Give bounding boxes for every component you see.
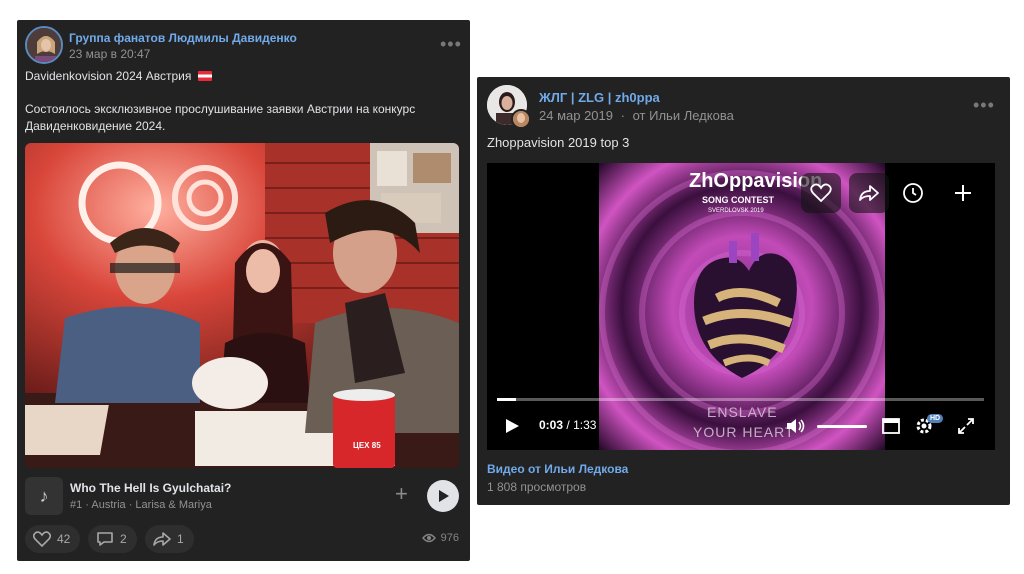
author-avatar-image (513, 111, 529, 127)
duration: 1:33 (573, 418, 597, 432)
like-count: 42 (57, 532, 71, 546)
heart-icon (33, 531, 51, 547)
more-horizontal-icon[interactable]: ••• (973, 96, 995, 114)
play-icon (439, 490, 449, 502)
poster-caption-top: ENSLAVE (707, 404, 778, 420)
heart-icon (810, 183, 832, 203)
video-poster: ZhOppavision SONG CONTEST SVERDLOVSK 201… (599, 163, 885, 450)
time-separator: / (566, 418, 570, 432)
volume-button[interactable] (785, 415, 807, 437)
eye-icon (421, 533, 436, 543)
video-progress-bar[interactable] (497, 398, 984, 401)
add-audio-plus-icon[interactable]: + (395, 483, 408, 505)
comment-count: 2 (120, 532, 127, 546)
post-author-link[interactable]: Группа фанатов Людмилы Давиденко (69, 31, 297, 45)
share-icon (859, 185, 879, 201)
post-date: 24 мар 2019 · от Ильи Ледкова (539, 108, 734, 123)
add-video-button[interactable] (951, 181, 975, 205)
post-from-label[interactable]: от Ильи Ледкова (633, 108, 734, 123)
post-text: Zhoppavision 2019 top 3 (487, 135, 630, 150)
cup-text: ЦЕХ 85 (353, 441, 381, 450)
poster-subtitle: SONG CONTEST (702, 195, 775, 205)
post-author-link[interactable]: ЖЛГ | ZLG | zh0ppa (539, 90, 660, 105)
views-counter: 976 (421, 532, 459, 544)
share-button[interactable]: 1 (145, 525, 194, 553)
post-card-davidenko-fans: Группа фанатов Людмилы Давиденко 23 мар … (17, 20, 470, 561)
austria-flag-icon (197, 71, 212, 81)
track-subtitle: #1 · Austria · Larisa & Mariya (70, 499, 212, 511)
video-views: 1 808 просмотров (487, 480, 587, 494)
comment-button[interactable]: 2 (88, 525, 137, 553)
post-date[interactable]: 23 мар в 20:47 (69, 47, 150, 61)
hd-badge: HD (927, 414, 944, 423)
share-icon (153, 532, 171, 546)
post-title-line: Davidenkovision 2024 Австрия (25, 69, 192, 83)
volume-icon (787, 419, 805, 433)
post-photo[interactable]: ЦЕХ 85 (25, 143, 459, 468)
volume-slider[interactable] (817, 425, 867, 428)
miniplayer-button[interactable] (880, 415, 902, 437)
share-video-button[interactable] (849, 173, 889, 213)
clock-icon (903, 183, 923, 203)
post-card-zlg: ЖЛГ | ZLG | zh0ppa 24 мар 2019 · от Ильи… (477, 77, 1010, 505)
fullscreen-icon (958, 418, 974, 434)
audio-attachment[interactable]: ♪ Who The Hell Is Gyulchatai? #1 · Austr… (25, 477, 459, 517)
post-text: Davidenkovision 2024 Австрия Состоялось … (25, 68, 455, 135)
post-actions: 42 2 1 976 (25, 525, 459, 553)
play-audio-button[interactable] (427, 480, 459, 512)
share-count: 1 (177, 532, 184, 546)
play-icon (506, 419, 519, 433)
current-time: 0:03 (539, 418, 564, 432)
track-title[interactable]: Who The Hell Is Gyulchatai? (70, 481, 231, 495)
like-video-button[interactable] (801, 173, 841, 213)
group-avatar[interactable] (25, 26, 63, 64)
post-body-line: Состоялось эксклюзивное прослушивание за… (25, 102, 416, 116)
meta-separator: · (620, 108, 625, 123)
watch-later-button[interactable] (901, 181, 925, 205)
author-small-avatar[interactable] (511, 109, 531, 129)
poster-caption-bottom: YOUR HEART (693, 424, 795, 440)
video-source-link[interactable]: Видео от Ильи Ледкова (487, 462, 628, 476)
like-button[interactable]: 42 (25, 525, 81, 553)
video-player[interactable]: ZhOppavision SONG CONTEST SVERDLOVSK 201… (487, 163, 995, 450)
photo-image: ЦЕХ 85 (25, 143, 459, 468)
post-body-line: Давиденковидение 2024. (25, 119, 166, 133)
poster-city: SVERDLOVSK 2019 (708, 208, 764, 214)
play-button[interactable] (501, 415, 523, 437)
music-note-icon: ♪ (25, 477, 63, 515)
plus-icon (955, 185, 971, 201)
comment-icon (97, 532, 113, 546)
avatar-image (27, 28, 61, 62)
fullscreen-button[interactable] (955, 415, 977, 437)
video-time: 0:03 / 1:33 (539, 418, 596, 432)
miniplayer-icon (882, 418, 900, 434)
post-date-text[interactable]: 24 мар 2019 (539, 108, 613, 123)
more-horizontal-icon[interactable]: ••• (440, 35, 462, 53)
video-progress-fill (497, 398, 517, 401)
views-count: 976 (440, 532, 459, 544)
